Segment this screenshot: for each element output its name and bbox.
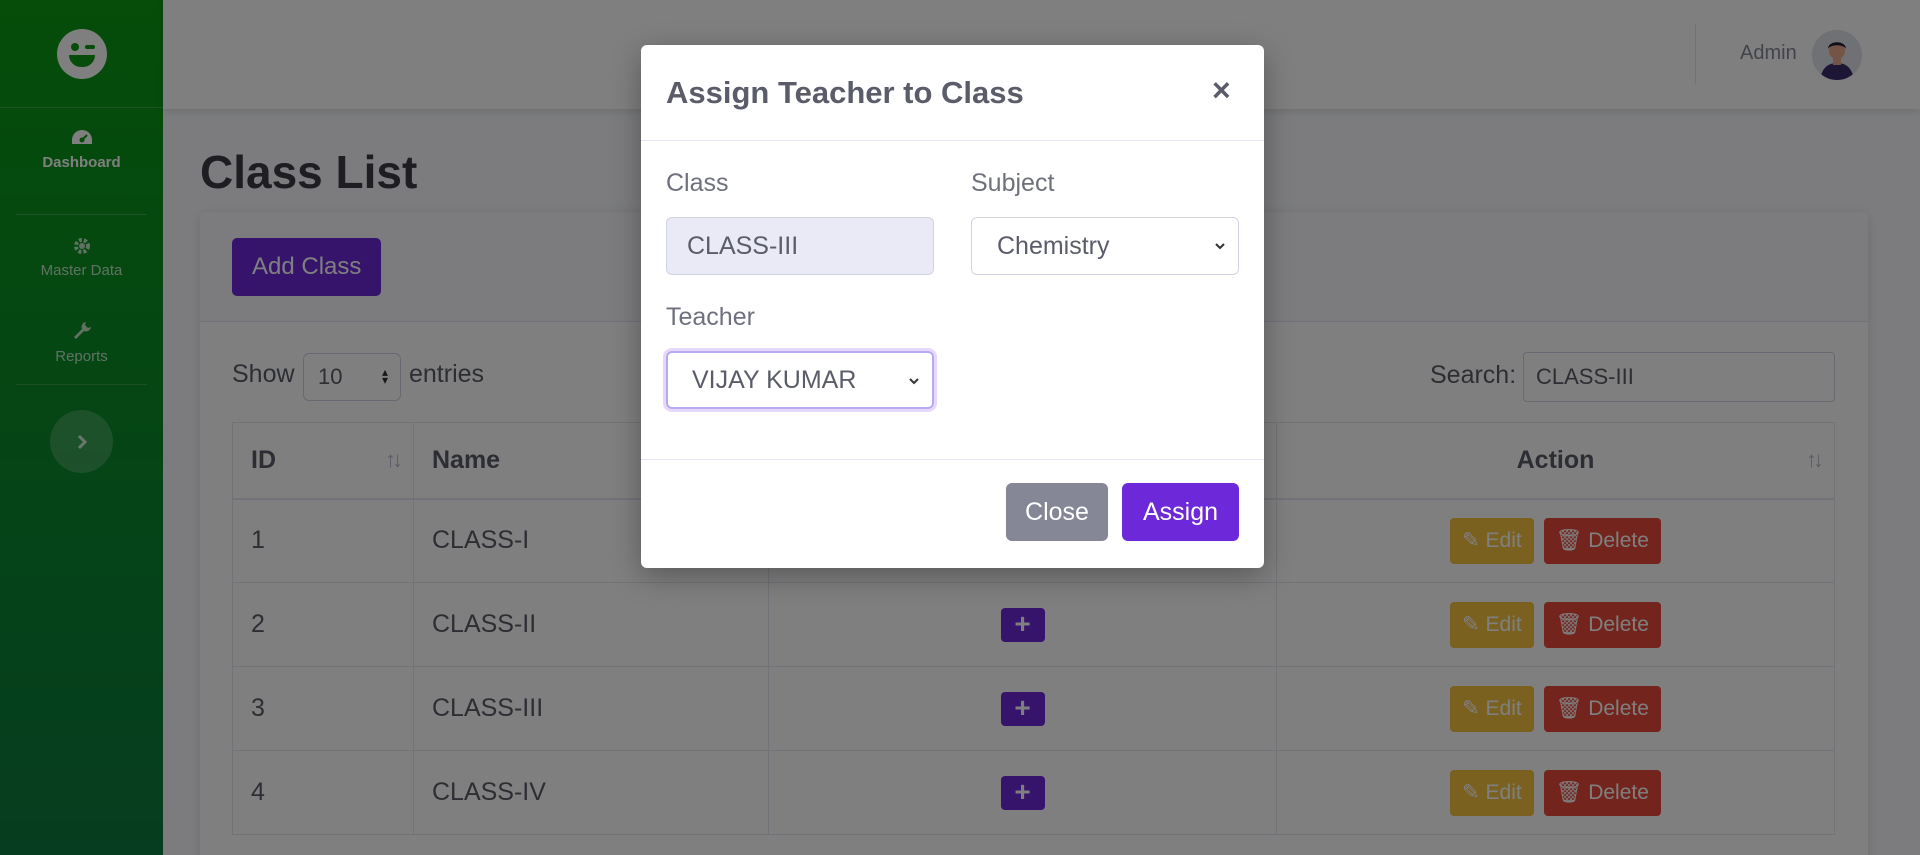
teacher-select[interactable]: VIJAY KUMAR bbox=[666, 351, 934, 409]
assign-teacher-modal: Assign Teacher to Class × Class CLASS-II… bbox=[641, 45, 1264, 568]
modal-title: Assign Teacher to Class bbox=[666, 75, 1024, 110]
subject-value: Chemistry bbox=[997, 231, 1110, 260]
class-label: Class bbox=[666, 169, 729, 197]
teacher-label: Teacher bbox=[666, 303, 755, 331]
class-field: CLASS-III bbox=[666, 217, 934, 275]
assign-button[interactable]: Assign bbox=[1122, 483, 1239, 541]
subject-select[interactable]: Chemistry bbox=[971, 217, 1239, 275]
teacher-value: VIJAY KUMAR bbox=[692, 365, 857, 394]
subject-label: Subject bbox=[971, 169, 1055, 197]
close-icon[interactable]: × bbox=[1212, 73, 1231, 107]
close-button[interactable]: Close bbox=[1006, 483, 1108, 541]
chevron-down-icon bbox=[1215, 243, 1225, 250]
chevron-down-icon bbox=[909, 378, 919, 385]
modal-header: Assign Teacher to Class × bbox=[641, 45, 1264, 141]
